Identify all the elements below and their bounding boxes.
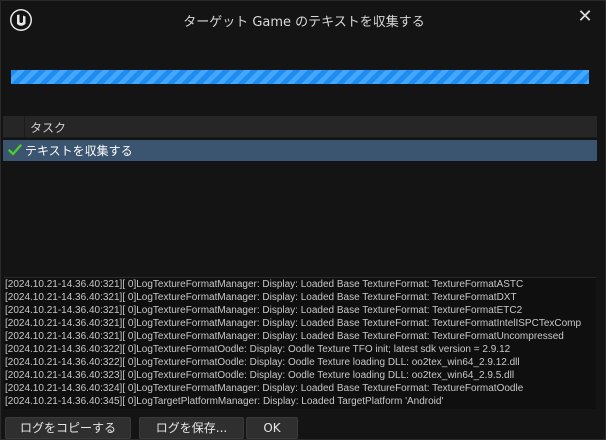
log-line: [2024.10.21-14.36.40:321][ 0]LogTextureF… xyxy=(5,279,524,290)
log-line: [2024.10.21-14.36.40:322][ 0]LogTextureF… xyxy=(5,357,520,368)
log-line: [2024.10.21-14.36.40:345][ 0]LogTargetPl… xyxy=(5,396,444,407)
window-title: ターゲット Game のテキストを収集する xyxy=(183,15,425,30)
check-icon xyxy=(8,144,22,156)
task-list-header[interactable]: タスク xyxy=(3,116,597,138)
save-log-button[interactable]: ログを保存... xyxy=(139,417,244,439)
progress-bar xyxy=(11,70,589,84)
log-line: [2024.10.21-14.36.40:321][ 0]LogTextureF… xyxy=(5,331,564,342)
progress-bar-fill xyxy=(11,70,589,84)
ok-button[interactable]: OK xyxy=(246,417,298,439)
task-status-column-header[interactable] xyxy=(3,116,25,138)
task-row[interactable]: テキストを収集する xyxy=(3,140,597,161)
close-icon: ✕ xyxy=(577,6,593,27)
log-line: [2024.10.21-14.36.40:324][ 0]LogTextureF… xyxy=(5,383,524,394)
output-log[interactable]: [2024.10.21-14.36.40:321][ 0]LogTextureF… xyxy=(4,277,596,409)
log-line: [2024.10.21-14.36.40:321][ 0]LogTextureF… xyxy=(5,292,517,303)
close-button[interactable]: ✕ xyxy=(573,5,597,29)
gather-text-dialog: ターゲット Game のテキストを収集する ✕ タスク テキストを収集する [2… xyxy=(0,0,606,440)
task-column-header[interactable]: タスク xyxy=(30,119,66,136)
title-bar: ターゲット Game のテキストを収集する ✕ xyxy=(1,1,606,39)
copy-log-button[interactable]: ログをコピーする xyxy=(5,417,131,439)
log-line: [2024.10.21-14.36.40:321][ 0]LogTextureF… xyxy=(5,305,523,316)
log-line: [2024.10.21-14.36.40:321][ 0]LogTextureF… xyxy=(5,318,582,329)
task-label: テキストを収集する xyxy=(25,144,133,158)
log-line: [2024.10.21-14.36.40:322][ 0]LogTextureF… xyxy=(5,344,511,355)
log-line: [2024.10.21-14.36.40:323][ 0]LogTextureF… xyxy=(5,370,515,381)
